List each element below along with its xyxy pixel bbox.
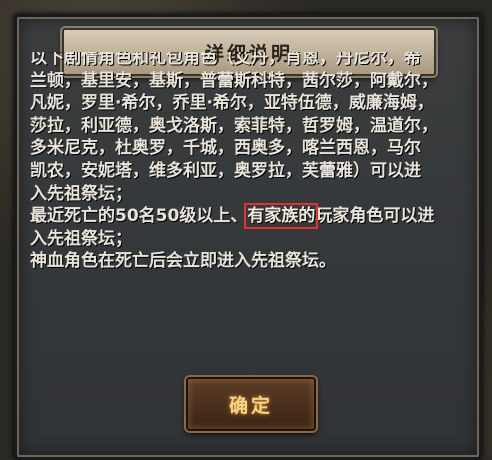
- confirm-button-label: 确定: [228, 394, 273, 417]
- text-line: 凯农，安妮塔，维多利亚，奥罗拉，芙蕾雅）可以进: [30, 160, 421, 181]
- text-line: 凡妮，罗里·希尔，乔里·希尔，亚特伍德，威廉海姆，: [30, 93, 434, 114]
- text-segment: 最近死亡的50名50级以上、: [30, 206, 248, 227]
- text-line: 多米尼克，杜奥罗，千城，西奥多，喀兰西恩，马尔: [30, 138, 421, 159]
- text-line-highlighted: 最近死亡的50名50级以上、有家族的玩家角色可以进: [30, 203, 462, 230]
- confirm-button[interactable]: 确定: [186, 377, 316, 431]
- text-line: 以下剧情角色和礼包角色（艾丹，肖恩，丹尼尔，希: [30, 52, 421, 68]
- dialog-text: 以下剧情角色和礼包角色（艾丹，肖恩，丹尼尔，希 兰顿，基里安，基斯，普蕾斯科特，…: [30, 52, 462, 273]
- text-line: 兰顿，基里安，基斯，普蕾斯科特，茜尔莎，阿戴尔，: [30, 70, 438, 91]
- dialog-content[interactable]: 以下剧情角色和礼包角色（艾丹，肖恩，丹尼尔，希 兰顿，基里安，基斯，普蕾斯科特，…: [30, 52, 462, 347]
- text-line: 入先祖祭坛；: [30, 183, 132, 204]
- highlighted-text: 有家族的: [244, 203, 319, 230]
- text-line: 神血角色在死亡后会立即进入先祖祭坛。: [30, 251, 336, 272]
- text-line: 莎拉，利亚德，奥戈洛斯，索菲特，哲罗姆，温道尔，: [30, 115, 438, 136]
- text-segment: 玩家角色可以进: [315, 206, 435, 227]
- text-line: 入先祖祭坛；: [30, 228, 132, 249]
